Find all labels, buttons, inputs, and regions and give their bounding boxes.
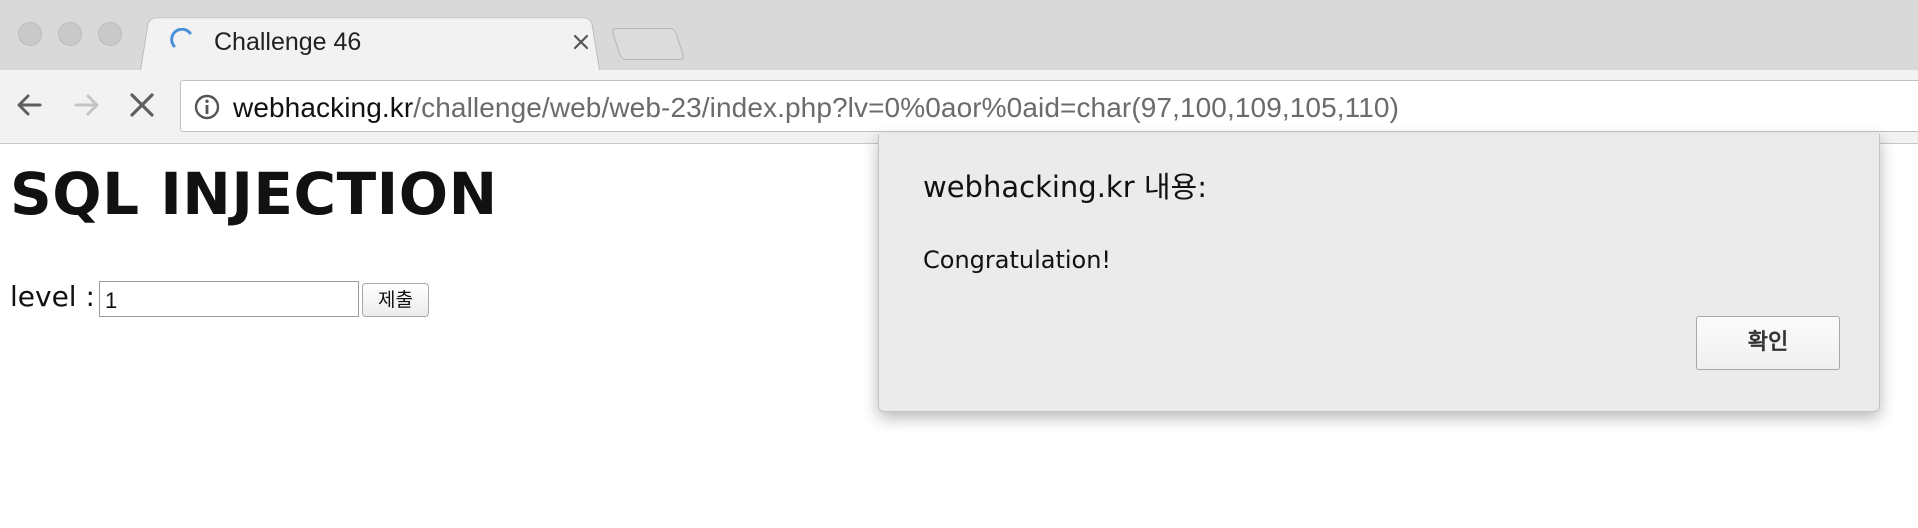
url-text[interactable]: webhacking.kr/challenge/web/web-23/index…: [233, 92, 1399, 124]
submit-button[interactable]: 제출: [362, 283, 429, 317]
forward-arrow-icon[interactable]: [66, 85, 106, 125]
address-bar[interactable]: webhacking.kr/challenge/web/web-23/index…: [180, 80, 1918, 132]
url-path: /challenge/web/web-23/index.php?lv=0%0ao…: [413, 92, 1400, 123]
close-icon[interactable]: [569, 30, 593, 54]
dialog-message: Congratulation!: [923, 246, 1112, 274]
url-host: webhacking.kr: [233, 92, 414, 123]
info-icon[interactable]: [193, 93, 221, 121]
window-close-light[interactable]: [18, 22, 42, 46]
tab-title: Challenge 46: [214, 28, 362, 56]
back-arrow-icon[interactable]: [10, 85, 50, 125]
loading-spinner-icon: [170, 28, 192, 48]
level-label: level :: [10, 280, 95, 313]
browser-tab-content: Challenge 46: [168, 20, 598, 66]
browser-toolbar: webhacking.kr/challenge/web/web-23/index…: [0, 70, 1918, 144]
dialog-title: webhacking.kr 내용:: [923, 170, 1207, 204]
tab-strip: Challenge 46: [0, 0, 1918, 70]
new-tab-button[interactable]: [610, 28, 686, 60]
ok-button[interactable]: 확인: [1696, 316, 1840, 370]
stop-loading-icon[interactable]: [122, 85, 162, 125]
level-input[interactable]: [99, 281, 359, 317]
page-title: SQL INJECTION: [10, 160, 498, 228]
alert-dialog: webhacking.kr 내용: Congratulation! 확인: [878, 134, 1880, 412]
window-minimize-light[interactable]: [58, 22, 82, 46]
window-zoom-light[interactable]: [98, 22, 122, 46]
